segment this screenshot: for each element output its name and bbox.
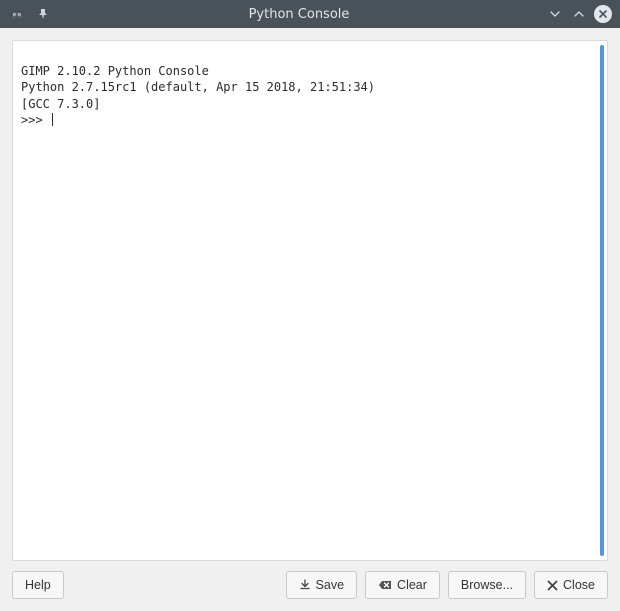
text-cursor [52, 113, 53, 126]
maximize-button[interactable] [570, 5, 588, 23]
close-button[interactable]: Close [534, 571, 608, 599]
console-output[interactable]: GIMP 2.10.2 Python Console Python 2.7.15… [12, 40, 608, 561]
help-button[interactable]: Help [12, 571, 64, 599]
app-body: GIMP 2.10.2 Python Console Python 2.7.15… [0, 28, 620, 561]
clear-button[interactable]: Clear [365, 571, 440, 599]
browse-button[interactable]: Browse... [448, 571, 526, 599]
console-text: GIMP 2.10.2 Python Console Python 2.7.15… [13, 41, 607, 134]
save-button[interactable]: Save [286, 571, 358, 599]
save-icon [299, 579, 311, 591]
close-icon [547, 580, 558, 591]
close-window-button[interactable] [594, 5, 612, 23]
console-line: GIMP 2.10.2 Python Console [21, 64, 209, 78]
console-line: [GCC 7.3.0] [21, 97, 100, 111]
app-icon [8, 6, 26, 22]
minimize-button[interactable] [546, 5, 564, 23]
button-label: Browse... [461, 578, 513, 592]
titlebar-left [8, 5, 52, 23]
window-controls [546, 5, 612, 23]
button-label: Help [25, 578, 51, 592]
titlebar: Python Console [0, 0, 620, 28]
button-row: Help Save Clear Browse... Close [0, 561, 620, 611]
console-line: Python 2.7.15rc1 (default, Apr 15 2018, … [21, 80, 375, 94]
button-label: Close [563, 578, 595, 592]
console-prompt: >>> [21, 112, 50, 128]
pin-icon[interactable] [34, 5, 52, 23]
button-label: Save [316, 578, 345, 592]
scrollbar[interactable] [600, 45, 604, 556]
clear-icon [378, 579, 392, 591]
button-label: Clear [397, 578, 427, 592]
window-title: Python Console [52, 7, 546, 22]
